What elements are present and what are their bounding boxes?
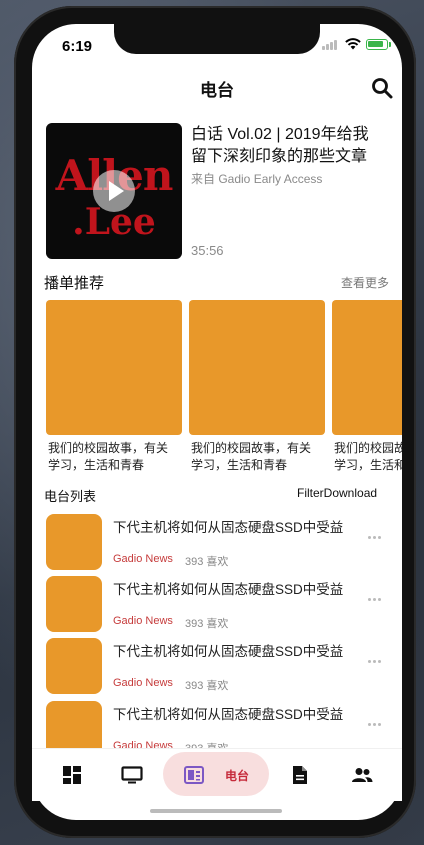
status-icons: [322, 38, 391, 50]
notch: [114, 22, 320, 54]
episode-tag[interactable]: Gadio News: [113, 615, 173, 627]
tab-radio-icon-wrap[interactable]: [182, 763, 206, 787]
tab-radio-label[interactable]: 电台: [225, 767, 249, 784]
list-item[interactable]: 下代主机将如何从固态硬盘SSD中受益 Gadio News 393 喜欢: [32, 699, 402, 748]
episode-thumbnail: [46, 701, 102, 748]
list-item[interactable]: 下代主机将如何从固态硬盘SSD中受益 Gadio News 393 喜欢: [32, 636, 402, 698]
episode-thumbnail: [46, 576, 102, 632]
playlist-thumbnail: [46, 300, 182, 435]
download-button[interactable]: Download: [324, 486, 377, 500]
featured-title[interactable]: 白话 Vol.02 | 2019年给我留下深刻印象的那些文章: [191, 124, 381, 168]
playlist-card[interactable]: 我们的校园故事，有关 学习，生活和青春: [46, 300, 182, 474]
playlist-card[interactable]: 我们的校园故事，有关 学习，生活和青春: [332, 300, 402, 474]
list-actions: Filter Download: [297, 486, 377, 500]
playlist-thumbnail: [189, 300, 325, 435]
tab-video[interactable]: [120, 763, 144, 787]
tv-icon: [121, 766, 143, 784]
article-icon: [293, 766, 307, 784]
dashboard-icon: [63, 766, 81, 784]
tab-articles[interactable]: [288, 763, 312, 787]
wifi-icon: [345, 38, 361, 50]
playlist-caption: 我们的校园故事，有关 学习，生活和青春: [334, 441, 402, 472]
episode-likes: 393 喜欢: [185, 680, 229, 692]
episode-thumbnail: [46, 514, 102, 570]
featured-cover[interactable]: Allen .Lee: [46, 123, 182, 259]
status-time: 6:19: [62, 38, 93, 55]
episode-title: 下代主机将如何从固态硬盘SSD中受益: [113, 582, 344, 597]
list-item[interactable]: 下代主机将如何从固态硬盘SSD中受益 Gadio News 393 喜欢: [32, 574, 402, 636]
tab-profile[interactable]: [350, 763, 374, 787]
home-indicator[interactable]: [150, 809, 282, 813]
more-icon[interactable]: [368, 536, 382, 540]
episode-likes: 393 喜欢: [185, 740, 228, 748]
episode-likes: 393 喜欢: [185, 618, 229, 630]
page-title: 电台: [200, 81, 234, 100]
radio-icon: [184, 766, 204, 784]
episode-tag[interactable]: Gadio News: [113, 677, 173, 689]
people-icon: [352, 768, 373, 782]
playlist-caption: 我们的校园故事，有关 学习，生活和青春: [191, 441, 312, 472]
play-icon[interactable]: [93, 170, 135, 212]
battery-icon: [366, 38, 388, 50]
radio-list-heading: 电台列表: [44, 489, 97, 504]
featured-duration: 35:56: [191, 243, 224, 258]
search-icon[interactable]: [370, 76, 394, 100]
episode-title: 下代主机将如何从固态硬盘SSD中受益: [113, 520, 344, 535]
episode-thumbnail: [46, 638, 102, 694]
bottom-tab-bar: 电台: [32, 748, 402, 801]
playlist-card[interactable]: 我们的校园故事，有关 学习，生活和青春: [189, 300, 325, 474]
episode-tag[interactable]: Gadio News: [113, 553, 173, 565]
list-item[interactable]: 下代主机将如何从固态硬盘SSD中受益 Gadio News 393 喜欢: [32, 512, 402, 574]
see-more-link[interactable]: 查看更多: [341, 274, 389, 291]
tab-radio[interactable]: [163, 752, 269, 796]
more-icon[interactable]: [368, 723, 382, 727]
tab-home[interactable]: [60, 763, 84, 787]
episode-tag[interactable]: Gadio News: [113, 740, 173, 748]
episode-likes: 393 喜欢: [185, 556, 229, 568]
more-icon[interactable]: [368, 660, 382, 664]
filter-button[interactable]: Filter: [297, 486, 324, 500]
radio-list[interactable]: 下代主机将如何从固态硬盘SSD中受益 Gadio News 393 喜欢 下代主…: [32, 512, 402, 748]
playlist-caption: 我们的校园故事，有关 学习，生活和青春: [48, 441, 169, 472]
episode-title: 下代主机将如何从固态硬盘SSD中受益: [113, 707, 344, 722]
featured-source: 来自 Gadio Early Access: [191, 172, 323, 186]
more-icon[interactable]: [368, 598, 382, 602]
battery-cap: [389, 41, 391, 47]
signal-icon: [322, 39, 340, 50]
playlist-carousel[interactable]: 我们的校园故事，有关 学习，生活和青春 我们的校园故事，有关 学习，生活和青春 …: [32, 300, 402, 480]
episode-title: 下代主机将如何从固态硬盘SSD中受益: [113, 644, 344, 659]
playlist-thumbnail: [332, 300, 402, 435]
playlists-heading: 播单推荐: [44, 275, 105, 292]
